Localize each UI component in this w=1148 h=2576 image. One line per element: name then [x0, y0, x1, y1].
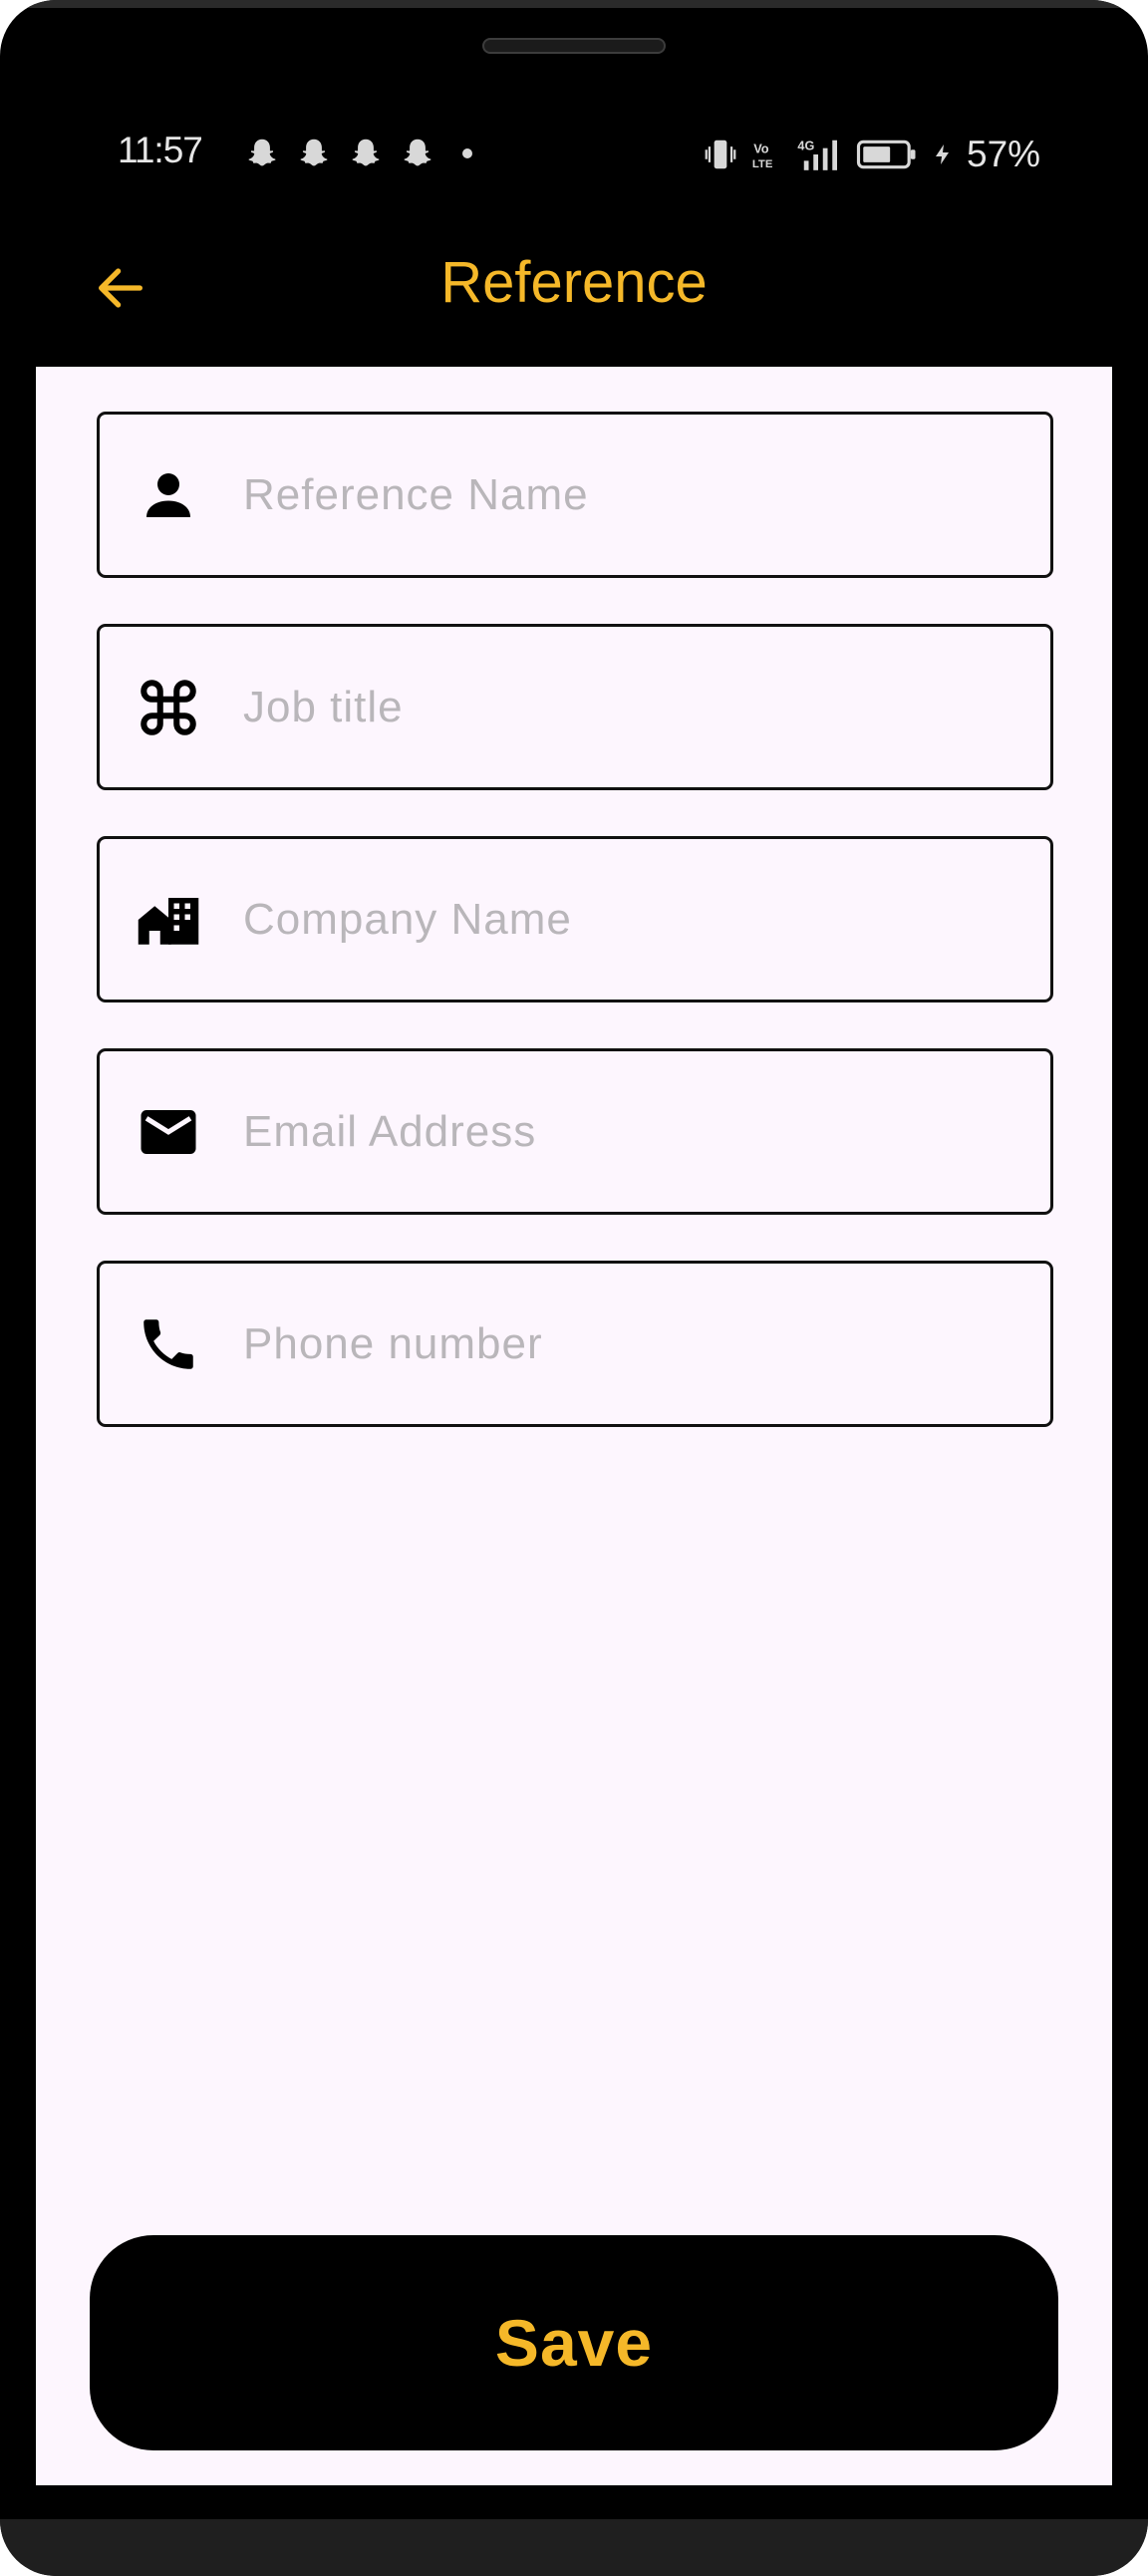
- snapchat-icon: [404, 139, 431, 166]
- snapchat-icon: [352, 139, 380, 166]
- phone-icon: [136, 1311, 201, 1377]
- company-building-icon: [136, 887, 201, 953]
- svg-text:Vo: Vo: [753, 142, 769, 156]
- snapchat-icon: [248, 139, 276, 166]
- signal-4g-icon: 4G: [797, 139, 837, 170]
- earpiece-speaker: [482, 38, 666, 54]
- person-icon: [136, 462, 201, 528]
- snapchat-icon: [300, 139, 328, 166]
- volte-icon: Vo LTE: [752, 142, 773, 170]
- phone-number-input[interactable]: [243, 1303, 1020, 1384]
- save-button[interactable]: Save: [90, 2235, 1058, 2450]
- system-status-icons: Vo LTE 4G 57%: [702, 132, 1040, 177]
- charging-bolt-icon: [936, 144, 949, 164]
- phone-number-field[interactable]: [97, 1261, 1053, 1427]
- page-title: Reference: [440, 250, 708, 315]
- device-frame: 11:57 Vo LTE 4G 57% Reference Reference …: [0, 0, 1148, 2576]
- battery-percent: 57%: [967, 134, 1041, 174]
- job-title-input[interactable]: [243, 667, 1020, 747]
- command-icon: [136, 675, 201, 740]
- save-button-label: Save: [494, 2306, 654, 2380]
- app-bar: Reference: [0, 219, 1148, 367]
- bottom-bezel: [0, 2519, 1148, 2576]
- status-bar: 11:57 Vo LTE 4G 57%: [0, 120, 1148, 189]
- company-name-field[interactable]: [97, 836, 1053, 1002]
- svg-text:4G: 4G: [797, 139, 814, 152]
- email-address-field[interactable]: [97, 1048, 1053, 1215]
- reference-name-field[interactable]: [97, 412, 1053, 578]
- company-name-input[interactable]: [243, 879, 1020, 960]
- mail-icon: [136, 1099, 201, 1165]
- more-notifications-dot: [462, 148, 472, 158]
- notification-icons: [243, 134, 472, 173]
- status-time: 11:57: [118, 130, 203, 170]
- reference-name-input[interactable]: [243, 454, 1020, 535]
- battery-icon: [856, 140, 916, 169]
- job-title-field[interactable]: [97, 624, 1053, 790]
- vibrate-icon: [705, 140, 736, 169]
- email-address-input[interactable]: [243, 1091, 1020, 1172]
- svg-text:LTE: LTE: [752, 158, 773, 170]
- reference-form: Save: [36, 367, 1112, 2485]
